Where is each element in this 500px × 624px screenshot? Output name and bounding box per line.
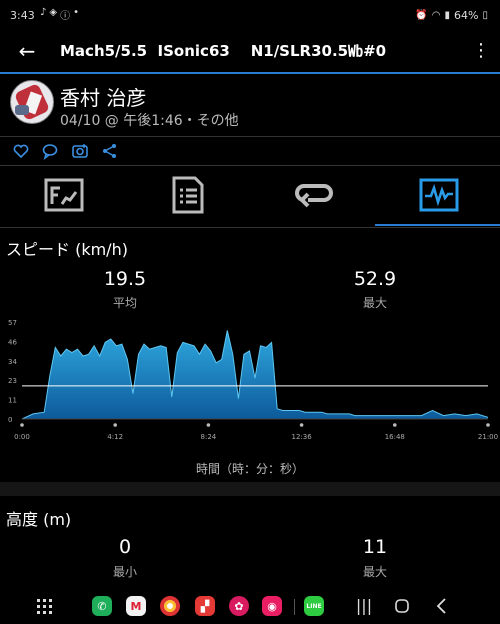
flower-icon[interactable]: ✿ xyxy=(229,596,249,616)
speed-section-title: スピード (km/h) xyxy=(6,240,128,259)
battery-icon: ▯ xyxy=(482,10,488,21)
activity-meta: 04/10 @ 午後1:46・その他 xyxy=(60,113,239,129)
action-row xyxy=(0,136,500,166)
back-arrow-icon[interactable]: ← xyxy=(14,38,40,64)
x-tick-mark xyxy=(113,423,117,427)
status-time: 3:43 xyxy=(10,9,35,22)
info-icon: ⓘ xyxy=(60,11,71,22)
camera-app-icon[interactable]: ◉ xyxy=(262,596,282,616)
altitude-min-value: 0 xyxy=(118,536,132,558)
x-tick-label: 16:48 xyxy=(385,433,405,441)
y-tick-label: 46 xyxy=(8,338,17,346)
y-tick-label: 57 xyxy=(8,319,17,327)
speed-chart[interactable]: 0 11 23 34 46 57 0:00 4:12 8:24 12:36 16:48 21:00 xyxy=(0,312,500,462)
tab-details[interactable] xyxy=(125,166,250,226)
battery-percent: 64% xyxy=(454,9,479,22)
document-icon xyxy=(172,176,204,214)
x-tick-mark xyxy=(393,423,397,427)
altitude-min-label: 最小 xyxy=(112,565,137,579)
x-tick-label: 8:24 xyxy=(201,433,217,441)
status-bar: 3:43 ♪ ◈ ⓘ • ⏰ ◠ ▮ 64% ▯ xyxy=(0,0,500,30)
alarm-icon: ⏰ xyxy=(415,10,428,21)
phone-icon[interactable]: ✆ xyxy=(92,596,112,616)
chrome-icon[interactable] xyxy=(160,596,180,616)
altitude-max-label: 最大 xyxy=(362,565,387,579)
line-icon[interactable]: LINE xyxy=(304,596,324,616)
altitude-max-value: 11 xyxy=(362,536,388,558)
signal-icon: ▮ xyxy=(444,10,451,21)
profile-header: 香村 治彦 04/10 @ 午後1:46・その他 xyxy=(0,74,500,136)
share-icon[interactable] xyxy=(101,142,119,160)
shield-icon: ◈ xyxy=(49,7,58,18)
line-icon-label: LINE xyxy=(306,602,322,610)
x-tick-mark xyxy=(206,423,211,427)
speed-max-value: 52.9 xyxy=(353,268,397,290)
speed-avg-label: 平均 xyxy=(112,296,137,310)
x-tick-label: 4:12 xyxy=(107,433,123,441)
tab-summary[interactable] xyxy=(0,166,125,226)
y-tick-label: 23 xyxy=(8,377,17,385)
section-divider xyxy=(0,482,500,496)
loop-icon xyxy=(295,184,333,208)
x-axis-title: 時間（時：分：秒） xyxy=(195,462,304,476)
view-tabs xyxy=(0,166,500,228)
dock-separator xyxy=(294,599,295,615)
x-tick-mark xyxy=(20,423,24,427)
tab-charts[interactable] xyxy=(375,166,500,226)
y-tick-label: 34 xyxy=(8,358,17,366)
y-tick-label: 0 xyxy=(8,416,12,424)
gmail-icon[interactable]: M xyxy=(126,596,146,616)
speed-area-series xyxy=(22,330,488,419)
activity-title: Mach5/5.5 ISonic63 N1/SLR30.5㏝#0 xyxy=(60,42,387,60)
x-tick-mark xyxy=(486,423,490,427)
x-tick-label: 21:00 xyxy=(478,433,498,441)
x-tick-label: 12:36 xyxy=(292,433,313,441)
overflow-menu-icon[interactable]: ⋮ xyxy=(472,38,490,64)
y-tick-label: 11 xyxy=(8,397,17,405)
apps-grid-icon[interactable] xyxy=(34,596,54,616)
user-name[interactable]: 香村 治彦 xyxy=(60,82,146,111)
summary-icon xyxy=(44,178,84,212)
app-red-icon[interactable]: ▞ xyxy=(195,596,215,616)
system-nav-bar: ✆ M ▞ ✿ ◉ LINE ||| xyxy=(0,590,500,624)
wifi-icon: ◠ xyxy=(431,10,441,21)
tiktok-icon: ♪ xyxy=(40,7,47,18)
speed-max-label: 最大 xyxy=(362,296,387,310)
avatar[interactable] xyxy=(10,80,54,124)
heart-icon[interactable] xyxy=(12,142,30,160)
home-button[interactable] xyxy=(392,596,412,616)
tab-laps[interactable] xyxy=(250,166,375,226)
dot-icon: • xyxy=(73,7,79,18)
recents-button[interactable]: ||| xyxy=(354,596,374,616)
x-tick-mark xyxy=(299,423,304,427)
speed-avg-value: 19.5 xyxy=(103,268,147,290)
app-bar: ← Mach5/5.5 ISonic63 N1/SLR30.5㏝#0 ⋮ xyxy=(0,30,500,72)
back-nav-button[interactable] xyxy=(432,596,452,616)
altitude-section-title: 高度 (m) xyxy=(6,510,72,529)
x-tick-label: 0:00 xyxy=(14,433,30,441)
comment-icon[interactable] xyxy=(41,142,59,160)
activity-chart-icon xyxy=(419,178,459,212)
camera-icon[interactable] xyxy=(71,142,89,160)
